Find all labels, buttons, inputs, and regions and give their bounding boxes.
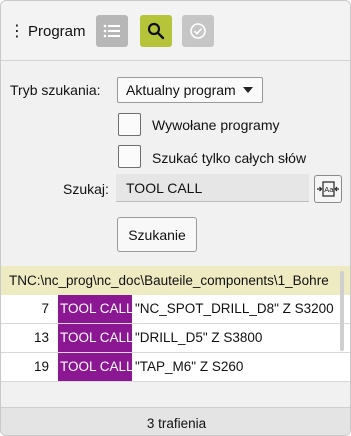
search-icon	[147, 22, 165, 40]
result-line-text: "TAP_M6" Z S260	[135, 359, 244, 374]
result-line-number: 13	[33, 330, 49, 345]
result-line-text: "NC_SPOT_DRILL_D8" Z S3200	[135, 301, 334, 316]
search-input-value: TOOL CALL	[126, 179, 203, 196]
check-circle-icon	[190, 23, 206, 39]
whole-words-checkbox[interactable]	[118, 145, 141, 168]
chevron-down-icon	[243, 87, 253, 93]
panel-title-label: Program	[28, 22, 86, 40]
search-mode-button[interactable]	[140, 15, 172, 47]
whole-words-label: Szukać tylko całych słów	[152, 150, 307, 166]
results-scrollbar[interactable]	[340, 271, 344, 351]
result-match-highlight: TOOL CALL	[58, 295, 134, 323]
result-count: 3 trafienia	[1, 407, 350, 435]
svg-text:Aa: Aa	[324, 185, 334, 194]
result-match-highlight: TOOL CALL	[58, 324, 134, 352]
result-row[interactable]: 13 TOOL CALL "DRILL_D5" Z S3800	[1, 324, 350, 353]
list-view-button[interactable]	[96, 15, 128, 47]
search-panel: ⋮ Program Tryb szukania: Aktualny progra…	[0, 0, 351, 436]
search-mode-value: Aktualny program	[126, 82, 236, 98]
result-file-path[interactable]: TNC:\nc_prog\nc_doc\Bauteile_components\…	[1, 266, 350, 295]
result-row[interactable]: 7 TOOL CALL "NC_SPOT_DRILL_D8" Z S3200	[1, 295, 350, 324]
vertical-dots-icon[interactable]: ⋮	[9, 21, 25, 41]
mode-label: Tryb szukania:	[10, 82, 101, 98]
keyboard-input-button[interactable]: Aa	[314, 175, 342, 203]
result-line-number: 7	[41, 301, 49, 316]
search-input[interactable]: TOOL CALL	[116, 174, 309, 202]
panel-header: ⋮ Program	[1, 1, 350, 61]
keyboard-input-icon: Aa	[317, 181, 339, 197]
panel-title[interactable]: ⋮ Program	[9, 21, 86, 41]
result-match-highlight: TOOL CALL	[58, 353, 134, 381]
search-submit-button[interactable]: Szukanie	[117, 217, 197, 252]
search-mode-select[interactable]: Aktualny program	[117, 77, 263, 103]
result-line-number: 19	[33, 359, 49, 374]
result-line-text: "DRILL_D5" Z S3800	[135, 330, 263, 345]
called-programs-checkbox[interactable]	[118, 113, 141, 136]
check-button[interactable]	[182, 15, 214, 47]
called-programs-label: Wywołane programy	[152, 117, 280, 133]
result-row[interactable]: 19 TOOL CALL "TAP_M6" Z S260	[1, 353, 350, 382]
query-label: Szukaj:	[63, 181, 109, 197]
list-icon	[103, 24, 120, 38]
